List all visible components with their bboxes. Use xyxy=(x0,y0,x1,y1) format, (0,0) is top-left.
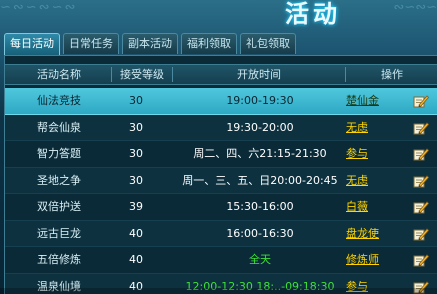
tab-daily-quests[interactable]: 日常任务 xyxy=(63,33,119,54)
edit-quill-icon xyxy=(413,254,429,267)
activity-name: 帮会仙泉 xyxy=(37,120,81,134)
tab-gift-pack-claim[interactable]: 礼包领取 xyxy=(240,33,296,54)
activity-name: 仙法竞技 xyxy=(37,94,81,107)
open-time: 全天 xyxy=(249,253,271,266)
open-time: 19:00-19:30 xyxy=(226,94,294,107)
activity-name: 圣地之争 xyxy=(37,173,81,187)
activity-name: 双倍护送 xyxy=(37,200,81,213)
npc-link[interactable]: 白薇 xyxy=(346,194,396,220)
activity-table: 活动名称 接受等级 开放时间 操作 仙法竞技 30 19:00-19:30 楚仙… xyxy=(4,55,437,294)
window-title: 活动 xyxy=(285,0,341,28)
header-activity-name: 活动名称 xyxy=(37,68,81,81)
accept-level: 30 xyxy=(129,120,143,134)
table-row[interactable]: 圣地之争 30 周一、三、五、日20:00-20:45 无虑 xyxy=(5,167,437,194)
edit-quill-icon[interactable] xyxy=(409,115,433,141)
edit-quill-icon[interactable] xyxy=(409,88,433,114)
activity-name: 智力答题 xyxy=(37,147,81,160)
accept-level: 30 xyxy=(129,147,143,160)
table-row[interactable]: 帮会仙泉 30 19:30-20:00 无虑 xyxy=(5,114,437,141)
edit-quill-icon xyxy=(413,201,429,214)
open-time: 19:30-20:00 xyxy=(226,120,294,134)
table-body: 仙法竞技 30 19:00-19:30 楚仙金 帮会仙泉 30 19:30-20… xyxy=(5,88,437,294)
edit-quill-icon xyxy=(413,148,429,161)
header-action: 操作 xyxy=(381,68,403,81)
open-time: 16:00-16:30 xyxy=(226,226,294,240)
table-row[interactable]: 双倍护送 39 15:30-16:00 白薇 xyxy=(5,194,437,221)
accept-level: 39 xyxy=(129,200,143,213)
tab-welfare-claim[interactable]: 福利领取 xyxy=(181,33,237,54)
accept-level: 30 xyxy=(129,94,143,107)
open-time: 周一、三、五、日20:00-20:45 xyxy=(182,173,338,187)
header-open-time: 开放时间 xyxy=(237,68,281,81)
npc-link[interactable]: 无虑 xyxy=(346,168,396,194)
accept-level: 30 xyxy=(129,173,143,187)
edit-quill-icon[interactable] xyxy=(409,168,433,194)
edit-quill-icon xyxy=(413,95,429,108)
table-row[interactable]: 仙法竞技 30 19:00-19:30 楚仙金 xyxy=(5,88,437,115)
edit-quill-icon[interactable] xyxy=(409,194,433,220)
open-time: 15:30-16:00 xyxy=(226,200,294,213)
cloud-ornament-left: ∽∾∽∾∽∾ xyxy=(0,0,78,15)
npc-link[interactable]: 参与 xyxy=(346,141,396,167)
npc-link[interactable]: 修炼师 xyxy=(346,247,396,273)
open-time: 周二、四、六21:15-21:30 xyxy=(193,147,327,160)
edit-quill-icon[interactable] xyxy=(409,247,433,273)
bottom-shade xyxy=(0,288,437,294)
edit-quill-icon[interactable] xyxy=(409,141,433,167)
header-accept-level: 接受等级 xyxy=(120,68,164,81)
npc-link[interactable]: 楚仙金 xyxy=(346,88,396,114)
activity-name: 五倍修炼 xyxy=(37,253,81,266)
tab-dungeon-activity[interactable]: 副本活动 xyxy=(122,33,178,54)
activity-name: 远古巨龙 xyxy=(37,226,81,240)
tab-daily-activity[interactable]: 每日活动 xyxy=(4,33,60,55)
edit-quill-icon xyxy=(413,174,429,187)
npc-link[interactable]: 盘龙使 xyxy=(346,221,396,247)
table-row[interactable]: 五倍修炼 40 全天 修炼师 xyxy=(5,247,437,274)
table-row[interactable]: 智力答题 30 周二、四、六21:15-21:30 参与 xyxy=(5,141,437,168)
edit-quill-icon xyxy=(413,121,429,134)
table-row[interactable]: 远古巨龙 40 16:00-16:30 盘龙使 xyxy=(5,220,437,247)
npc-link[interactable]: 无虑 xyxy=(346,115,396,141)
table-header: 活动名称 接受等级 开放时间 操作 xyxy=(5,64,437,85)
activity-window: ∽∾∽∾∽∾ ∾∽∾∽ 活动 每日活动 日常任务 副本活动 福利领取 礼包领取 … xyxy=(0,0,437,294)
edit-quill-icon xyxy=(413,227,429,240)
edit-quill-icon[interactable] xyxy=(409,221,433,247)
accept-level: 40 xyxy=(129,253,143,266)
accept-level: 40 xyxy=(129,226,143,240)
tab-bar: 每日活动 日常任务 副本活动 福利领取 礼包领取 xyxy=(4,33,296,55)
